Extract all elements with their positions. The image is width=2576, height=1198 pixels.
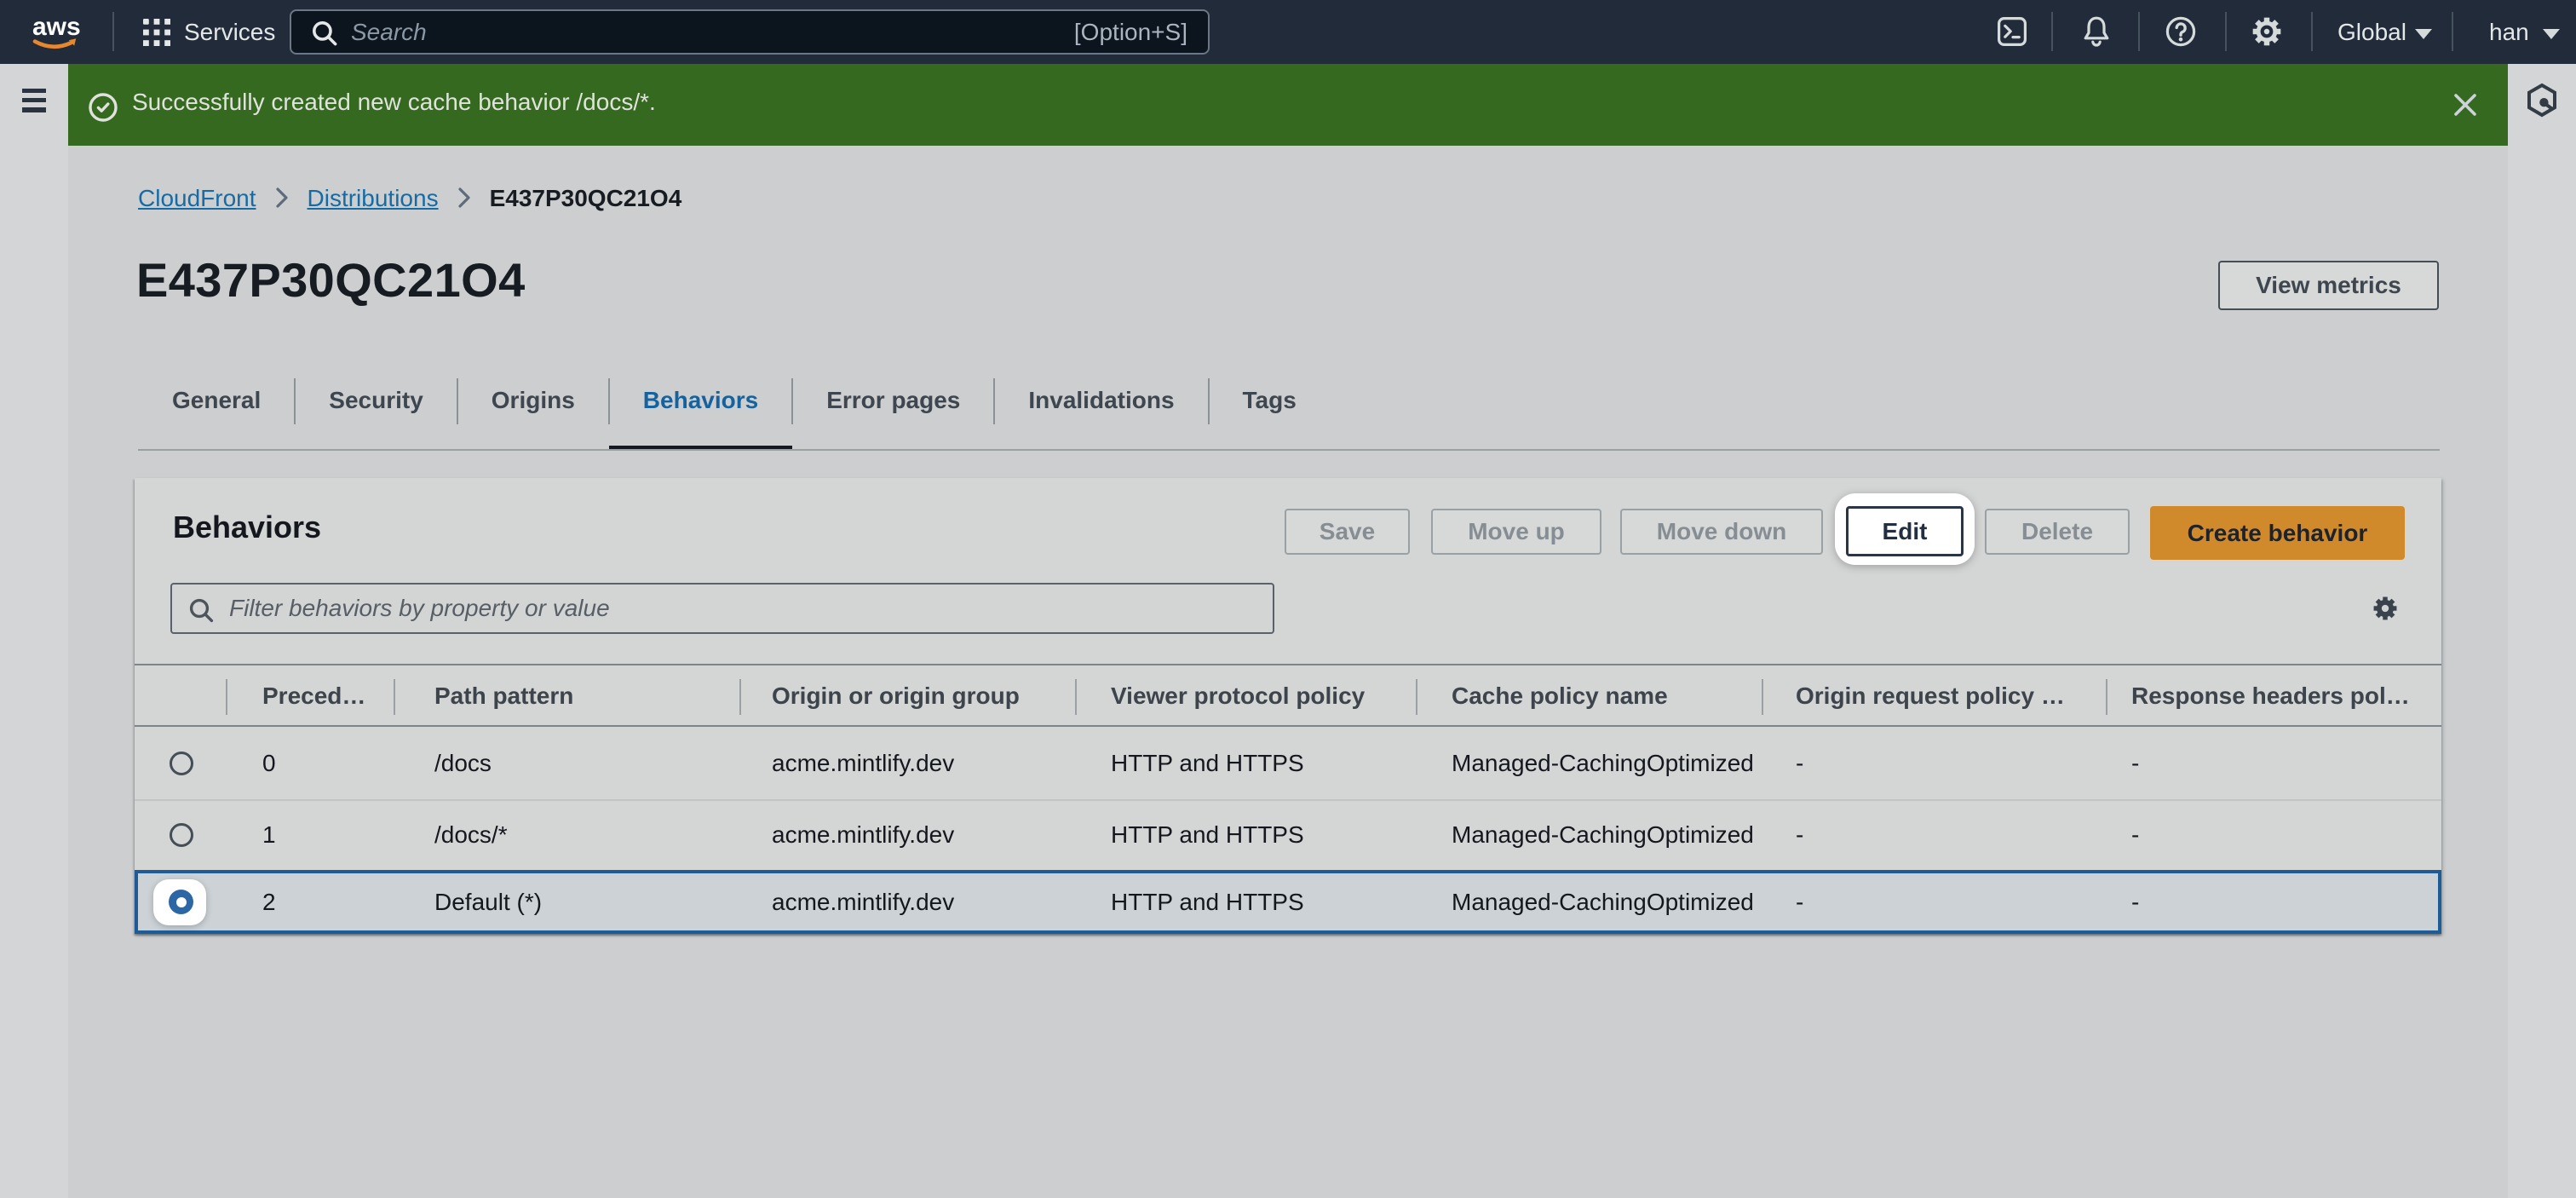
svg-text:aws: aws: [32, 13, 81, 41]
